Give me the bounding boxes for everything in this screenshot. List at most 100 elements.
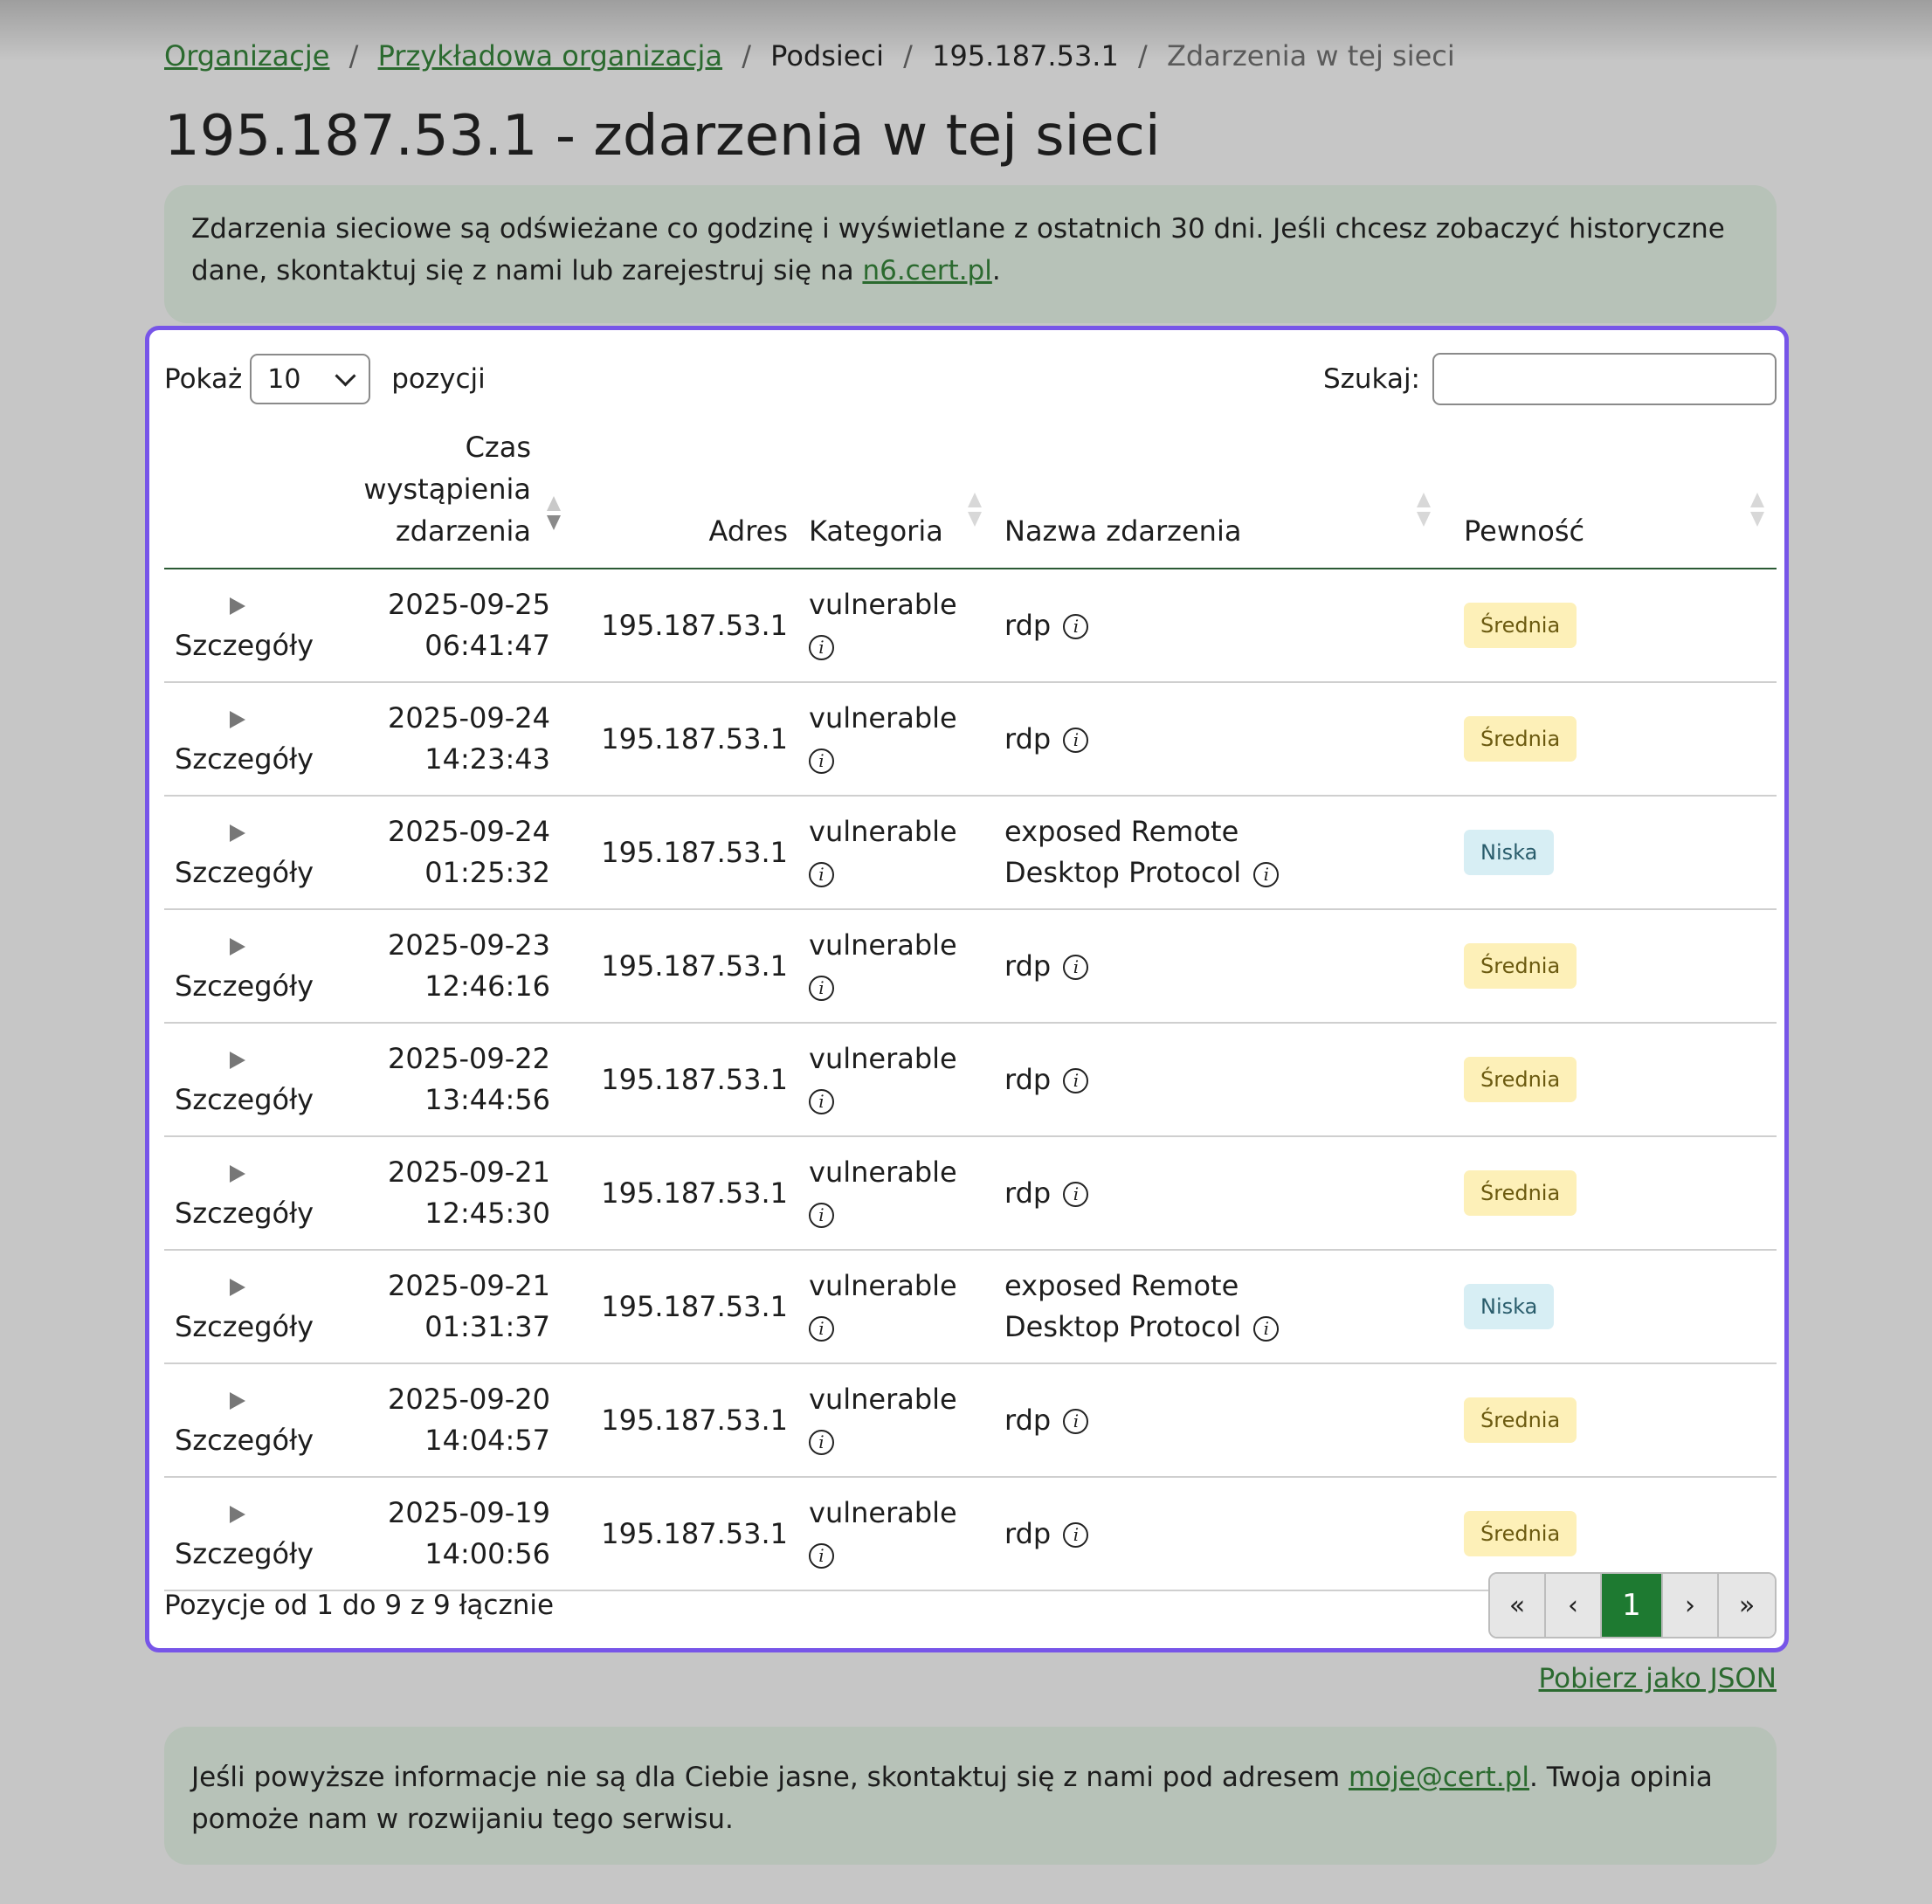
- info-circle-icon[interactable]: i: [809, 748, 834, 774]
- breadcrumb-organizations-link[interactable]: Organizacje: [164, 39, 329, 72]
- info-circle-icon[interactable]: i: [1063, 955, 1089, 980]
- details-cell[interactable]: Szczegóły: [164, 1250, 314, 1364]
- category-cell: vulnerable i: [798, 909, 994, 1024]
- event-name-cell: rdp i: [994, 1477, 1453, 1591]
- info-circle-icon[interactable]: i: [1063, 614, 1089, 639]
- info-circle-icon[interactable]: i: [809, 1202, 834, 1228]
- last-page-button[interactable]: »: [1719, 1574, 1775, 1637]
- triangle-right-icon: [230, 1052, 245, 1069]
- event-name-text: rdp: [1004, 1403, 1052, 1437]
- breadcrumb-organization-link[interactable]: Przykładowa organizacja: [378, 39, 722, 72]
- details-toggle[interactable]: Szczegóły: [175, 1424, 314, 1457]
- info-circle-icon[interactable]: i: [809, 634, 834, 660]
- time-cell: 2025-09-23 12:46:16: [311, 909, 561, 1024]
- details-toggle[interactable]: Szczegóły: [175, 1310, 314, 1343]
- breadcrumb-separator: /: [742, 39, 751, 72]
- address-cell: 195.187.53.1: [561, 909, 798, 1024]
- category-cell: vulnerable i: [798, 1477, 994, 1591]
- triangle-right-icon: [230, 824, 245, 842]
- info-circle-icon[interactable]: i: [1063, 1182, 1089, 1207]
- previous-page-button[interactable]: ‹: [1546, 1574, 1602, 1637]
- info-circle-icon[interactable]: i: [1063, 728, 1089, 753]
- details-cell[interactable]: Szczegóły: [164, 909, 314, 1024]
- details-cell[interactable]: Szczegóły: [164, 796, 314, 910]
- triangle-right-icon: [230, 1165, 245, 1183]
- breadcrumb-separator: /: [1138, 39, 1148, 72]
- table-row: Szczegóły 2025-09-23 12:46:16 195.187.53.1…: [164, 909, 1777, 1024]
- category-text: vulnerable: [809, 815, 957, 848]
- address-cell: 195.187.53.1: [561, 1136, 798, 1251]
- category-cell: vulnerable i: [798, 682, 994, 797]
- confidence-cell: Średnia: [1453, 1363, 1777, 1478]
- chevron-down-icon: [335, 364, 356, 387]
- confidence-cell: Średnia: [1453, 569, 1777, 683]
- table-info: Pozycje od 1 do 9 z 9 łącznie: [164, 1590, 555, 1621]
- confidence-badge: Średnia: [1464, 716, 1577, 762]
- address-column-header[interactable]: Adres: [561, 426, 798, 569]
- info-circle-icon[interactable]: i: [1063, 1068, 1089, 1093]
- event-name-cell: rdp i: [994, 1023, 1453, 1137]
- category-text: vulnerable: [809, 1156, 957, 1189]
- category-cell: vulnerable i: [798, 1023, 994, 1137]
- details-cell[interactable]: Szczegóły: [164, 569, 314, 683]
- address-cell: 195.187.53.1: [561, 796, 798, 910]
- search-label: Szukaj:: [1322, 363, 1420, 395]
- details-toggle[interactable]: Szczegóły: [175, 856, 314, 889]
- download-json-link[interactable]: Pobierz jako JSON: [1539, 1661, 1777, 1696]
- info-circle-icon[interactable]: i: [1063, 1522, 1089, 1548]
- details-cell[interactable]: Szczegóły: [164, 1136, 314, 1251]
- event-name-text: rdp: [1004, 1516, 1052, 1550]
- triangle-right-icon: [230, 1392, 245, 1410]
- info-circle-icon[interactable]: i: [809, 1315, 834, 1342]
- event-name-text: rdp: [1004, 1176, 1052, 1210]
- table-row: Szczegóły 2025-09-22 13:44:56 195.187.53.1…: [164, 1023, 1777, 1137]
- details-toggle[interactable]: Szczegóły: [175, 969, 314, 1003]
- category-cell: vulnerable i: [798, 796, 994, 910]
- first-page-button[interactable]: «: [1490, 1574, 1546, 1637]
- details-toggle[interactable]: Szczegóły: [175, 1083, 314, 1116]
- confidence-cell: Niska: [1453, 1250, 1777, 1364]
- info-circle-icon[interactable]: i: [809, 1542, 834, 1569]
- refresh-notice: Zdarzenia sieciowe są odświeżane co godz…: [164, 185, 1777, 323]
- category-column-header[interactable]: Kategoria: [798, 426, 994, 569]
- contact-notice-text: Jeśli powyższe informacje nie są dla Cie…: [191, 1762, 1349, 1793]
- details-toggle[interactable]: Szczegóły: [175, 629, 314, 662]
- event-name-cell: rdp i: [994, 682, 1453, 797]
- time-header-label: Czas wystąpienia zdarzenia: [363, 431, 531, 548]
- time-cell: 2025-09-22 13:44:56: [311, 1023, 561, 1137]
- info-circle-icon[interactable]: i: [1253, 861, 1280, 887]
- details-cell[interactable]: Szczegóły: [164, 1477, 314, 1591]
- address-cell: 195.187.53.1: [561, 1477, 798, 1591]
- search-input[interactable]: [1432, 353, 1777, 405]
- confidence-badge: Niska: [1464, 830, 1555, 875]
- pagination: « ‹ 1 › »: [1488, 1572, 1777, 1638]
- contact-email-link[interactable]: moje@cert.pl: [1349, 1762, 1529, 1793]
- page-1-button[interactable]: 1: [1602, 1574, 1663, 1637]
- confidence-header-label: Pewność: [1464, 514, 1585, 548]
- event-name-column-header[interactable]: Nazwa zdarzenia: [994, 426, 1453, 569]
- time-cell: 2025-09-24 01:25:32: [311, 796, 561, 910]
- details-toggle[interactable]: Szczegóły: [175, 1197, 314, 1230]
- details-cell[interactable]: Szczegóły: [164, 1023, 314, 1137]
- n6-link[interactable]: n6.cert.pl: [862, 255, 991, 286]
- next-page-button[interactable]: ›: [1663, 1574, 1719, 1637]
- triangle-right-icon: [230, 1506, 245, 1523]
- info-circle-icon[interactable]: i: [1063, 1409, 1089, 1434]
- details-cell[interactable]: Szczegóły: [164, 1363, 314, 1478]
- category-text: vulnerable: [809, 928, 957, 962]
- page-length-control: Pokaż 10 pozycji: [164, 353, 486, 405]
- info-circle-icon[interactable]: i: [809, 1088, 834, 1114]
- time-column-header[interactable]: Czas wystąpienia zdarzenia: [311, 426, 561, 569]
- info-circle-icon[interactable]: i: [809, 1429, 834, 1455]
- event-name-header-label: Nazwa zdarzenia: [1004, 514, 1242, 548]
- page-size-select[interactable]: 10: [250, 354, 371, 404]
- info-circle-icon[interactable]: i: [809, 861, 834, 887]
- info-circle-icon[interactable]: i: [1253, 1315, 1280, 1342]
- confidence-badge: Średnia: [1464, 603, 1577, 648]
- details-cell[interactable]: Szczegóły: [164, 682, 314, 797]
- info-circle-icon[interactable]: i: [809, 975, 834, 1001]
- details-toggle[interactable]: Szczegóły: [175, 1537, 314, 1570]
- event-name-cell: exposed Remote Desktop Protocol i: [994, 1250, 1453, 1364]
- details-toggle[interactable]: Szczegóły: [175, 742, 314, 776]
- confidence-column-header[interactable]: Pewność: [1453, 426, 1777, 569]
